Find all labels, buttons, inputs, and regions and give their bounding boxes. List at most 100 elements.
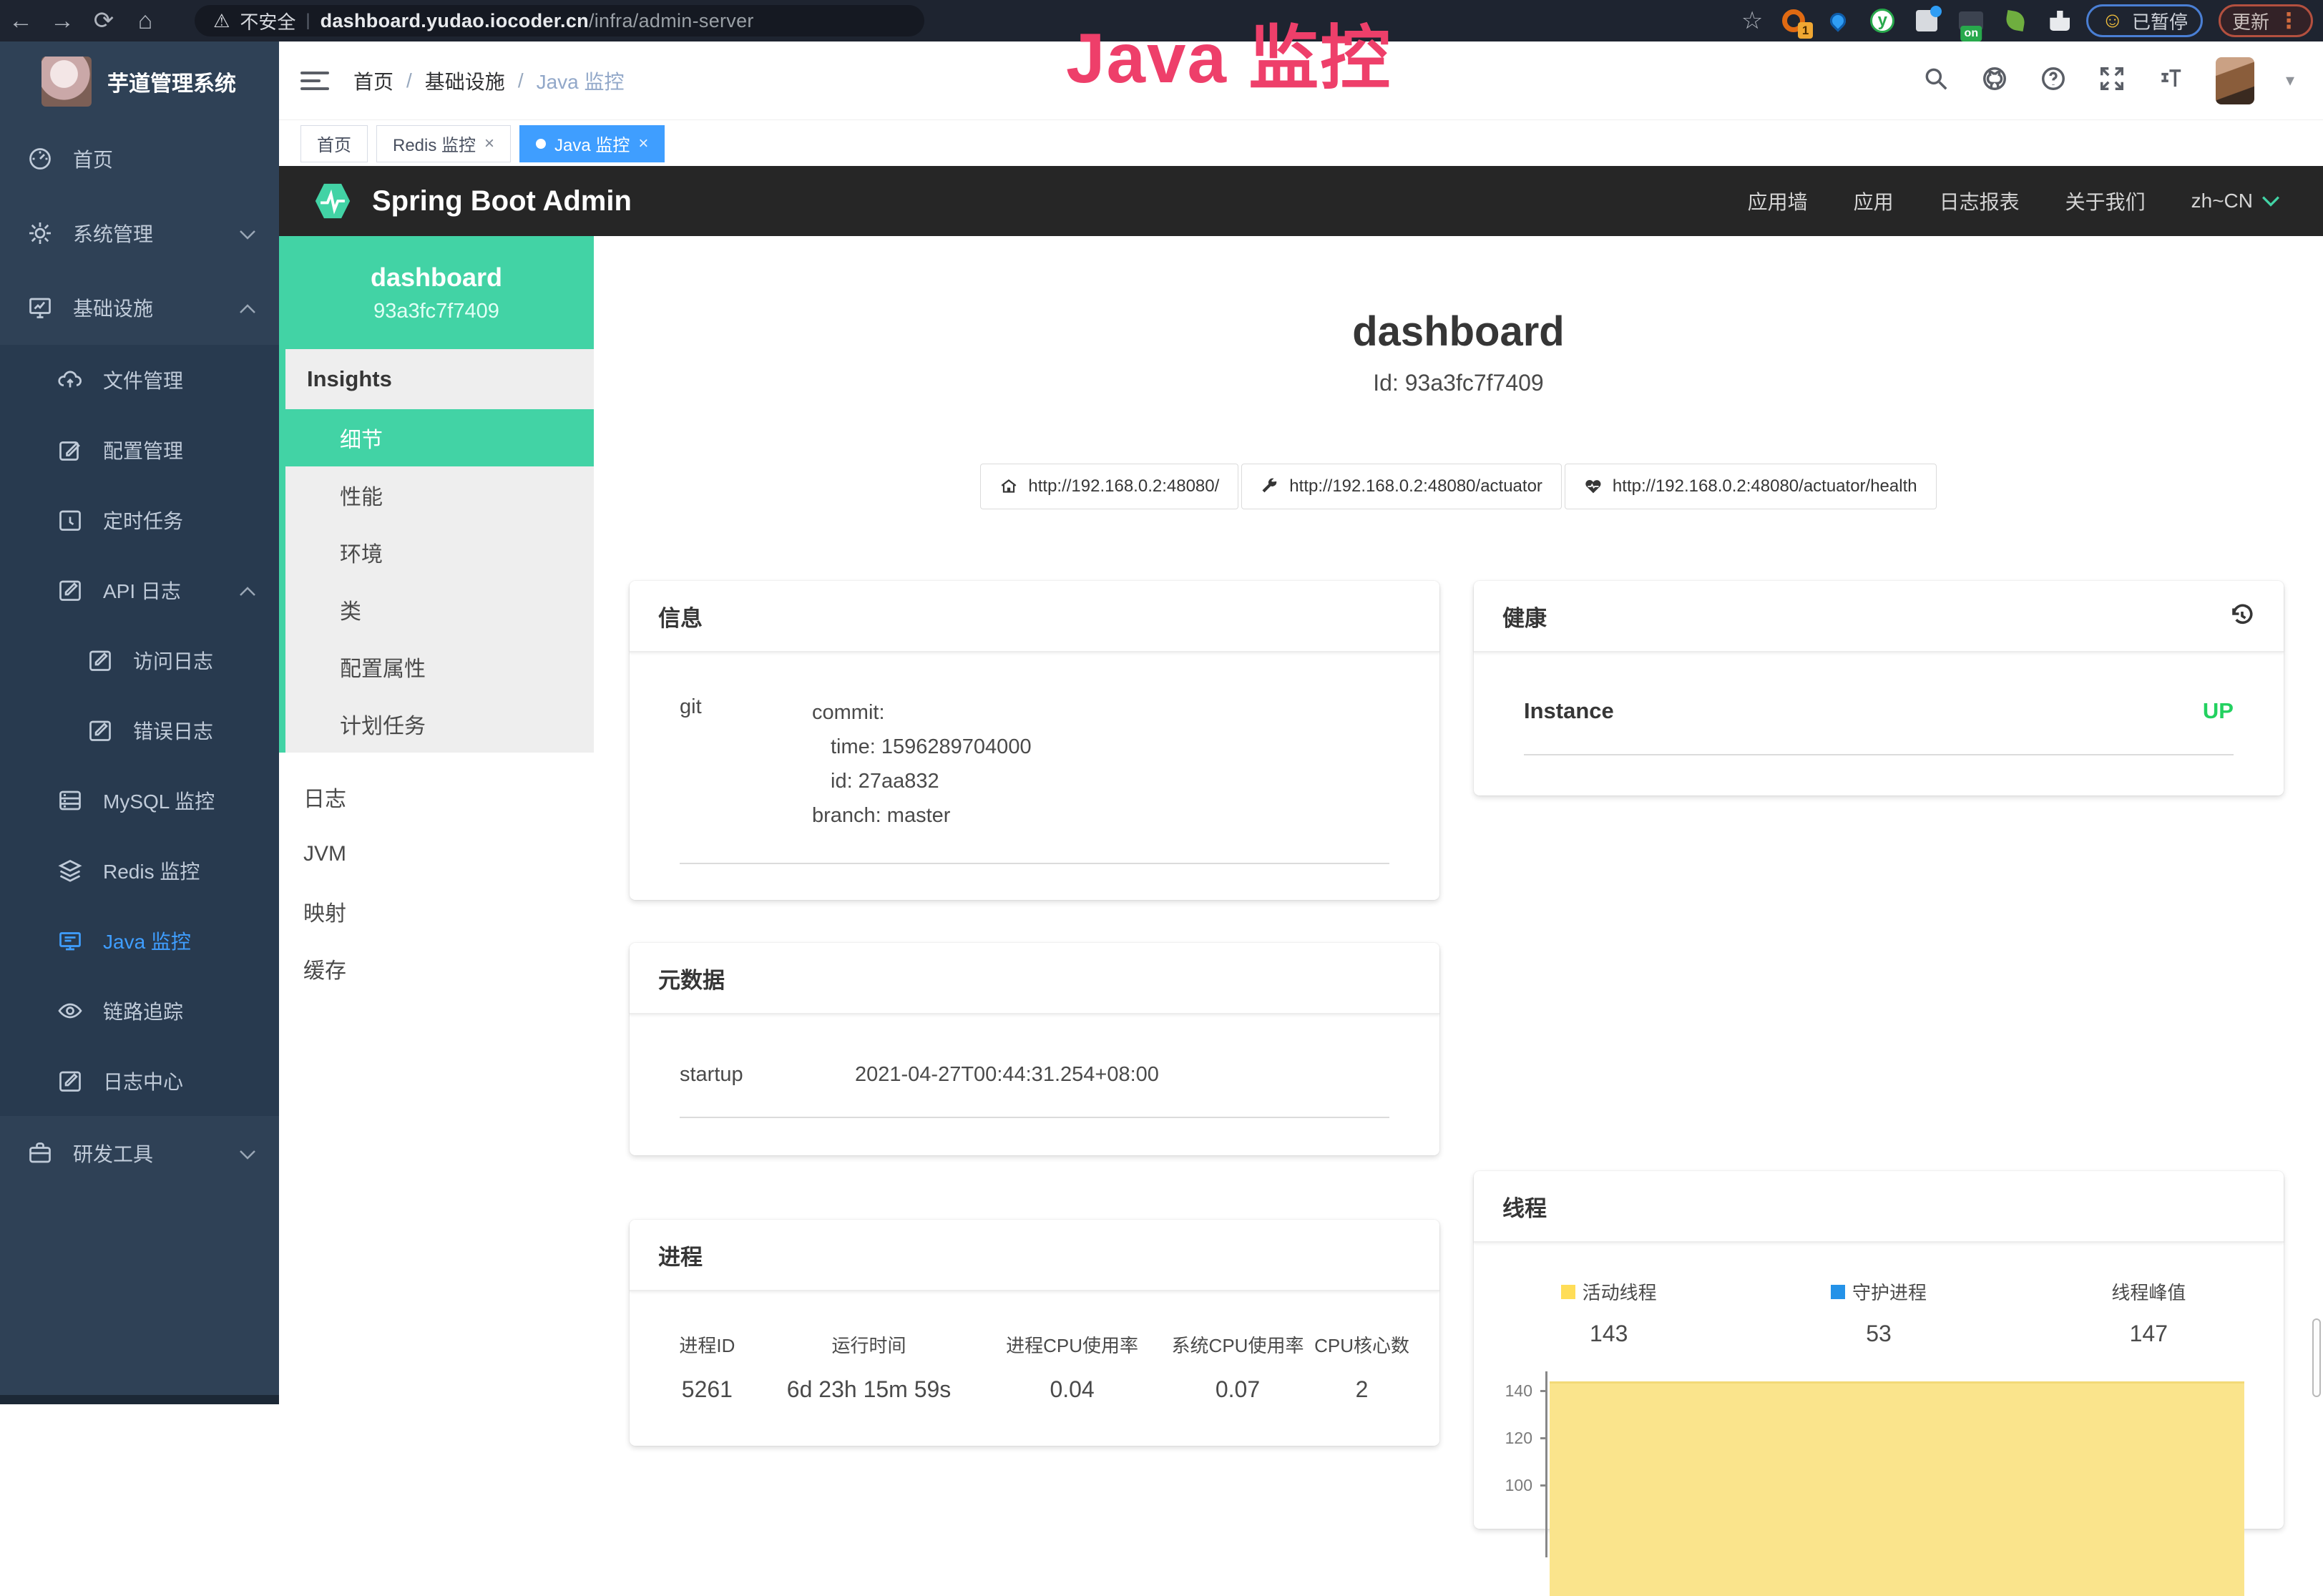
browser-home-icon[interactable]: ⌂ [124,7,166,35]
log-edit-icon [87,718,113,743]
tag-redis-monitor[interactable]: Redis 监控 × [376,125,511,162]
sidebar-item-api-log[interactable]: API 日志 [0,555,279,625]
sidebar-item-mysql-monitor[interactable]: MySQL 监控 [0,765,279,836]
health-url-button[interactable]: http://192.168.0.2:48080/actuator/health [1565,464,1937,509]
browser-reload-icon[interactable]: ⟳ [83,6,124,35]
y-extension-icon[interactable]: y [1869,7,1896,34]
browser-forward-icon[interactable]: → [41,7,83,35]
sba-language-select[interactable]: zh~CN [2191,190,2280,212]
page-url[interactable]: dashboard.yudao.iocoder.cn/infra/admin-s… [321,10,754,32]
profile-paused-chip[interactable]: ☺ 已暂停 [2086,4,2203,37]
sba-item-logfile[interactable]: 日志 [279,768,594,826]
peak-threads-value: 147 [2130,1321,2168,1347]
sidebar-item-infrastructure[interactable]: 基础设施 [0,270,279,345]
actuator-url-label: http://192.168.0.2:48080/actuator [1289,476,1542,496]
live-threads-area-series [1550,1381,2244,1596]
metadata-key: startup [680,1063,855,1087]
user-caret-down-icon[interactable]: ▾ [2286,70,2294,91]
browser-update-button[interactable]: 更新 ⋮ [2219,4,2313,37]
sba-instance-header[interactable]: dashboard 93a3fc7f7409 [279,236,594,349]
sba-nav-wallboard[interactable]: 应用墙 [1748,187,1808,215]
sba-item-caches[interactable]: 缓存 [279,940,594,997]
security-label[interactable]: 不安全 [240,8,295,34]
sba-item-jvm[interactable]: JVM [279,826,594,883]
sidebar-item-config-management[interactable]: 配置管理 [0,415,279,485]
tag-close-icon[interactable]: × [484,134,494,154]
sidebar-item-file-management[interactable]: 文件管理 [0,345,279,415]
sba-item-scheduled[interactable]: 计划任务 [285,695,594,753]
browser-back-icon[interactable]: ← [0,7,41,35]
sidebar-item-java-monitor[interactable]: Java 监控 [0,906,279,976]
process-card-title: 进程 [658,1239,703,1271]
sidebar-item-home[interactable]: 首页 [0,122,279,196]
orange-extension-icon[interactable]: 1 [1780,7,1807,34]
sidebar-item-access-log[interactable]: 访问日志 [0,625,279,695]
sba-item-mappings[interactable]: 映射 [279,883,594,940]
kebab-menu-icon[interactable]: ⋮ [2278,9,2299,34]
sidebar-item-tracing[interactable]: 链路追踪 [0,976,279,1046]
sba-item-classes[interactable]: 类 [285,581,594,638]
process-card: 进程 进程ID 运行时间 进程CPU使用率 系统CPU使用率 CPU核心数 [630,1220,1439,1446]
sidebar-item-system[interactable]: 系统管理 [0,196,279,270]
tag-label: Redis 监控 [393,131,476,156]
health-url-label: http://192.168.0.2:48080/actuator/health [1613,476,1917,496]
search-icon[interactable] [1922,65,1950,96]
service-url-button[interactable]: http://192.168.0.2:48080/ [980,464,1238,509]
pin-extension-icon[interactable] [1824,7,1852,34]
history-icon[interactable] [2229,603,2255,629]
sidebar-item-scheduled-tasks[interactable]: 定时任务 [0,485,279,555]
y-tick-mark [1540,1390,1547,1392]
chevron-up-icon [239,296,256,319]
user-avatar[interactable] [2216,57,2254,104]
thread-chart-y-axis: 140 120 100 [1474,1371,1545,1557]
on-extension-icon[interactable]: on [1957,7,1985,34]
cards-right-column: 健康 Instance UP [1474,581,2284,1529]
breadcrumb-current: Java 监控 [537,67,625,95]
sba-brand[interactable]: Spring Boot Admin [312,180,632,222]
sba-item-metrics[interactable]: 性能 [285,466,594,524]
sidebar-item-label: 链路追踪 [103,997,183,1025]
sba-nav-applications[interactable]: 应用 [1854,187,1894,215]
sidebar-item-dev-tools[interactable]: 研发工具 [0,1116,279,1190]
sba-item-config-props[interactable]: 配置属性 [285,638,594,695]
git-time-line: time: 1596289704000 [812,730,1032,764]
tag-close-icon[interactable]: × [638,134,648,154]
sba-item-details[interactable]: 细节 [279,409,594,466]
hamburger-icon[interactable] [300,67,329,95]
tag-java-monitor[interactable]: Java 监控 × [519,125,665,162]
app-logo-row[interactable]: 芋道管理系统 [0,41,279,122]
leaf-extension-icon[interactable] [2002,7,2029,34]
github-icon[interactable] [1981,65,2008,96]
health-instance-row: Instance UP [1524,698,2234,724]
breadcrumb-infrastructure[interactable]: 基础设施 [425,67,505,95]
sidebar-item-error-log[interactable]: 错误日志 [0,695,279,765]
address-bar[interactable]: ⚠ 不安全 | dashboard.yudao.iocoder.cn/infra… [195,5,924,36]
cloud-upload-icon [57,367,83,393]
font-size-icon[interactable] [2157,65,2184,96]
fullscreen-icon[interactable] [2098,65,2126,96]
sba-nav-about[interactable]: 关于我们 [2065,187,2146,215]
actuator-url-button[interactable]: http://192.168.0.2:48080/actuator [1241,464,1562,509]
tag-home[interactable]: 首页 [300,125,368,162]
process-value-uptime: 6d 23h 15m 59s [756,1376,982,1403]
app-sidebar: 芋道管理系统 首页 系统管理 基础设施 文件管理 配置管理 定时任务 API 日… [0,41,279,1395]
sidebar-item-redis-monitor[interactable]: Redis 监控 [0,836,279,906]
sba-language-label: zh~CN [2191,190,2253,212]
help-icon[interactable] [2040,65,2067,96]
sba-content: dashboard Id: 93a3fc7f7409 http://192.16… [594,236,2323,1404]
breadcrumb-home[interactable]: 首页 [353,67,393,95]
daemon-threads-value: 53 [1866,1321,1892,1347]
sba-item-environment[interactable]: 环境 [285,524,594,581]
page-scrollbar-thumb[interactable] [2312,1318,2321,1397]
sba-body: dashboard 93a3fc7f7409 Insights 细节 性能 环境… [279,236,2323,1404]
process-card-header: 进程 [630,1220,1439,1291]
sidebar-bottom-strip [0,1395,279,1404]
grid-extension-icon[interactable] [1913,7,1940,34]
thread-chart-plot [1545,1371,2244,1557]
info-card-header: 信息 [630,581,1439,652]
puzzle-extensions-icon[interactable] [2046,7,2073,34]
sba-nav-journal[interactable]: 日志报表 [1940,187,2020,215]
bookmark-star-icon[interactable]: ☆ [1741,6,1763,35]
sidebar-item-log-center[interactable]: 日志中心 [0,1046,279,1116]
language-caret-icon [2261,195,2280,207]
